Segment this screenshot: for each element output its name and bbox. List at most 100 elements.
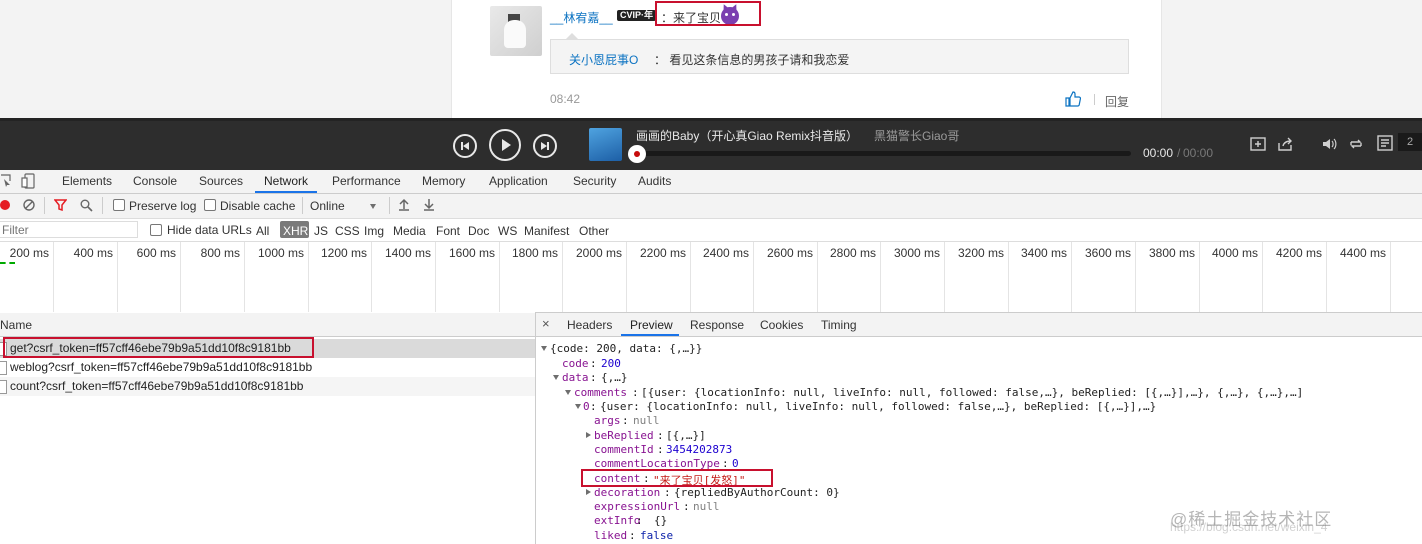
tab-preview[interactable]: Preview xyxy=(630,318,673,332)
play-button[interactable] xyxy=(489,129,521,161)
type-filter-img[interactable]: Img xyxy=(364,224,384,238)
json-key[interactable]: data xyxy=(562,371,589,384)
next-track-button[interactable] xyxy=(533,134,557,158)
progress-slider-handle[interactable] xyxy=(628,145,646,163)
timeline-gridline xyxy=(1326,242,1327,312)
avatar[interactable] xyxy=(490,6,542,56)
filter-input[interactable] xyxy=(0,221,138,238)
json-key[interactable]: beReplied xyxy=(594,429,654,442)
json-colon: : xyxy=(590,371,597,384)
playlist-icon[interactable] xyxy=(1377,135,1393,151)
reply-button[interactable]: 回复 xyxy=(1105,93,1129,110)
json-value: 200 xyxy=(601,357,621,370)
timeline-request-bar xyxy=(0,262,15,266)
volume-icon[interactable] xyxy=(1321,136,1337,152)
timeline-gridline xyxy=(1199,242,1200,312)
highlight-box-request xyxy=(3,337,314,358)
tab-application[interactable]: Application xyxy=(489,174,548,188)
type-filter-xhr[interactable]: XHR xyxy=(283,224,308,238)
active-tab-indicator xyxy=(255,191,317,193)
music-player-bar xyxy=(0,118,1422,170)
type-filter-font[interactable]: Font xyxy=(436,224,460,238)
type-filter-media[interactable]: Media xyxy=(393,224,426,238)
timeline-tick-label: 3400 ms xyxy=(1020,246,1067,260)
type-filter-other[interactable]: Other xyxy=(579,224,609,238)
progress-track[interactable] xyxy=(634,151,1131,156)
expand-triangle-icon[interactable] xyxy=(575,404,581,409)
timeline-gridline xyxy=(1390,242,1391,312)
json-value: {} xyxy=(654,514,668,527)
song-artist[interactable]: 黑猫警长Giao哥 xyxy=(874,127,959,144)
tab-network[interactable]: Network xyxy=(264,174,308,188)
export-har-icon[interactable] xyxy=(423,198,435,211)
inspect-element-icon[interactable] xyxy=(0,174,12,188)
tab-audits[interactable]: Audits xyxy=(638,174,671,188)
expand-triangle-icon[interactable] xyxy=(565,390,571,395)
timeline-gridline xyxy=(1135,242,1136,312)
import-har-icon[interactable] xyxy=(398,198,410,211)
type-filter-doc[interactable]: Doc xyxy=(468,224,489,238)
tab-cookies[interactable]: Cookies xyxy=(760,318,803,332)
timeline-gridline xyxy=(435,242,436,312)
timeline-tick-label: 3000 ms xyxy=(893,246,940,260)
timeline-tick-label: 4000 ms xyxy=(1211,246,1258,260)
xhr-file-icon xyxy=(0,361,7,375)
preserve-log-label: Preserve log xyxy=(129,199,197,213)
json-value: {repliedByAuthorCount: 0} xyxy=(674,486,840,499)
request-name[interactable]: weblog?csrf_token=ff57cff46ebe79b9a51dd1… xyxy=(10,360,312,374)
timeline-gridline xyxy=(1008,242,1009,312)
tab-elements[interactable]: Elements xyxy=(62,174,112,188)
tab-response[interactable]: Response xyxy=(690,318,744,332)
add-to-folder-icon[interactable] xyxy=(1250,136,1266,152)
tab-performance[interactable]: Performance xyxy=(332,174,401,188)
disable-cache-checkbox[interactable] xyxy=(204,199,216,211)
table-row[interactable]: count?csrf_token=ff57cff46ebe79b9a51dd10… xyxy=(0,377,535,396)
share-icon[interactable] xyxy=(1277,136,1293,152)
tab-timing[interactable]: Timing xyxy=(821,318,857,332)
type-filter-manifest[interactable]: Manifest xyxy=(524,224,569,238)
timeline-tick-label: 2400 ms xyxy=(702,246,749,260)
timeline-gridline xyxy=(244,242,245,312)
expand-triangle-icon[interactable] xyxy=(541,346,547,351)
json-value: null xyxy=(693,500,720,513)
tab-headers[interactable]: Headers xyxy=(567,318,612,332)
album-cover[interactable] xyxy=(589,128,622,161)
json-key[interactable]: decoration xyxy=(594,486,660,499)
json-key[interactable]: comments xyxy=(574,386,627,399)
type-filter-css[interactable]: CSS xyxy=(335,224,360,238)
tab-memory[interactable]: Memory xyxy=(422,174,465,188)
request-name[interactable]: count?csrf_token=ff57cff46ebe79b9a51dd10… xyxy=(10,379,303,393)
search-icon[interactable] xyxy=(80,199,93,212)
json-key[interactable]: 0 xyxy=(583,400,590,413)
record-button[interactable] xyxy=(0,200,10,210)
timeline-gridline xyxy=(880,242,881,312)
throttling-select[interactable]: Online xyxy=(306,196,384,216)
filter-icon[interactable] xyxy=(54,199,67,211)
song-title[interactable]: 画画的Baby（开心真Giao Remix抖音版） xyxy=(636,127,858,144)
type-filter-all[interactable]: All xyxy=(256,224,269,238)
collapsed-triangle-icon[interactable] xyxy=(586,432,591,438)
type-filter-js[interactable]: JS xyxy=(314,224,328,238)
device-toolbar-icon[interactable] xyxy=(21,173,35,189)
json-root[interactable]: {code: 200, data: {,…}} xyxy=(550,342,702,355)
tab-console[interactable]: Console xyxy=(133,174,177,188)
hide-data-urls-checkbox[interactable] xyxy=(150,224,162,236)
table-row[interactable]: weblog?csrf_token=ff57cff46ebe79b9a51dd1… xyxy=(0,358,535,377)
thumbs-up-icon[interactable] xyxy=(1065,91,1081,107)
column-name-header[interactable]: Name xyxy=(0,318,32,332)
comment-username-link[interactable]: __林宥嘉__ xyxy=(550,9,613,26)
json-value: [{,…}] xyxy=(666,429,706,442)
clear-icon[interactable] xyxy=(23,199,35,211)
toolbar-divider xyxy=(389,197,390,214)
close-detail-icon[interactable]: × xyxy=(542,316,550,331)
loop-icon[interactable] xyxy=(1348,136,1364,152)
tab-sources[interactable]: Sources xyxy=(199,174,243,188)
timeline-gridline xyxy=(626,242,627,312)
tab-security[interactable]: Security xyxy=(573,174,616,188)
expand-triangle-icon[interactable] xyxy=(553,375,559,380)
previous-track-button[interactable] xyxy=(453,134,477,158)
preserve-log-checkbox[interactable] xyxy=(113,199,125,211)
type-filter-ws[interactable]: WS xyxy=(498,224,517,238)
reply-username-link[interactable]: 关小恩屁事O xyxy=(569,51,638,68)
collapsed-triangle-icon[interactable] xyxy=(586,489,591,495)
